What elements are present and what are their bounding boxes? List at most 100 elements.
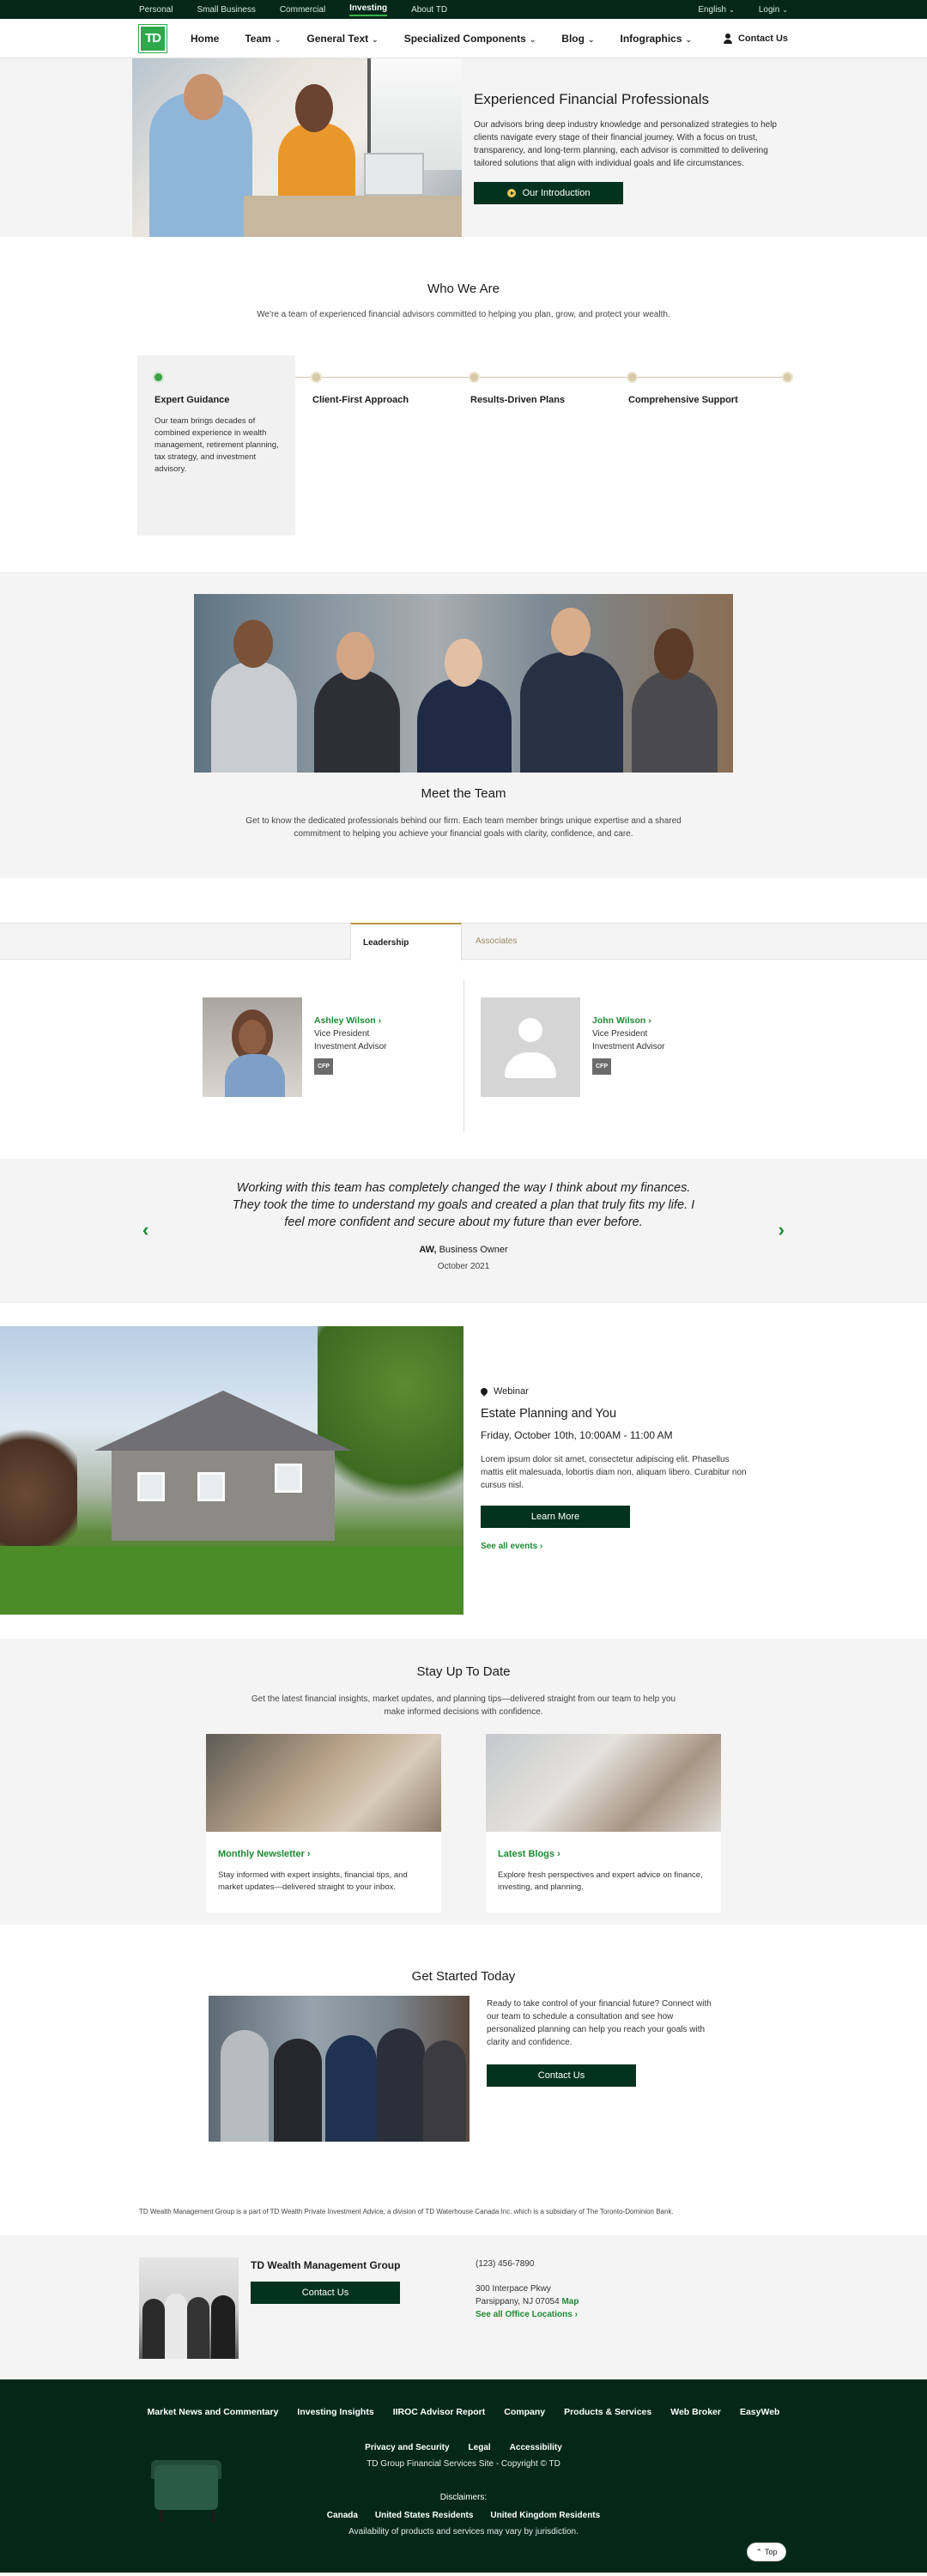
step-dot <box>312 373 320 381</box>
step-expert-guidance[interactable]: Expert Guidance Our team brings decades … <box>137 355 295 536</box>
office-figure <box>211 2295 235 2359</box>
nav-general-text[interactable]: General Text ⌄ <box>306 33 378 45</box>
member-info: John Wilson › Vice President Investment … <box>592 997 664 1097</box>
chevron-down-icon: ⌄ <box>685 34 693 44</box>
chevron-down-icon: ⌄ <box>587 34 595 44</box>
person-icon <box>723 33 733 44</box>
our-introduction-button[interactable]: Our Introduction <box>474 182 623 204</box>
footer-secondary-links: Privacy and Security Legal Accessibility <box>0 2443 927 2452</box>
card-body: Explore fresh perspectives and expert ad… <box>498 1870 703 1892</box>
tab-leadership[interactable]: Leadership <box>350 923 462 961</box>
region-links: Canada United States Residents United Ki… <box>0 2511 927 2520</box>
office-team-image <box>139 2258 239 2359</box>
office-mid: TD Wealth Management Group Contact Us <box>251 2258 476 2379</box>
chevron-right-icon: › <box>557 1849 560 1859</box>
chevron-right-icon: › <box>648 1015 651 1026</box>
office-details: (123) 456-7890 300 Interpace Pkwy Parsip… <box>476 2258 579 2379</box>
accessibility-link[interactable]: Accessibility <box>510 2443 562 2452</box>
nav-blog[interactable]: Blog ⌄ <box>561 33 594 45</box>
disclaimers-label: Disclaimers: <box>439 2493 488 2502</box>
nav-home[interactable]: Home <box>191 33 219 45</box>
back-to-top-button[interactable]: ⌃ Top <box>747 2543 786 2561</box>
footer-link[interactable]: Company <box>504 2407 545 2417</box>
footer-link[interactable]: Investing Insights <box>297 2407 373 2417</box>
office-phone[interactable]: (123) 456-7890 <box>476 2258 579 2270</box>
main-nav: TD Home Team ⌄ General Text ⌄ Specialized … <box>0 19 927 58</box>
group-figure <box>274 2039 322 2142</box>
event-title: Estate Planning and You <box>481 1407 617 1421</box>
segment-investing[interactable]: Investing <box>349 3 388 16</box>
chevron-right-icon: › <box>306 1849 311 1859</box>
segment-personal[interactable]: Personal <box>139 5 173 15</box>
footer-link[interactable]: Market News and Commentary <box>148 2407 279 2417</box>
nav-infographics[interactable]: Infographics ⌄ <box>621 33 693 45</box>
member-title: Vice President <box>592 1029 648 1039</box>
team-member-head <box>336 632 374 680</box>
footer-link[interactable]: IIROC Advisor Report <box>393 2407 486 2417</box>
play-icon <box>506 189 516 197</box>
region-uk[interactable]: United Kingdom Residents <box>490 2511 600 2520</box>
member-name-link[interactable]: Ashley Wilson › <box>314 1015 381 1026</box>
cfp-badge: CFP <box>314 1058 333 1075</box>
chevron-right-icon: › <box>378 1015 382 1026</box>
legal-link[interactable]: Legal <box>469 2443 491 2452</box>
team-member-figure <box>211 661 297 773</box>
member-card: John Wilson › Vice President Investment … <box>481 997 664 1097</box>
nav-specialized-label: Specialized Components <box>403 32 526 45</box>
author-initials: AW, <box>419 1245 437 1255</box>
footer-link[interactable]: Products & Services <box>564 2407 651 2417</box>
segment-small-business[interactable]: Small Business <box>197 5 255 15</box>
card-title-link[interactable]: Monthly Newsletter › <box>218 1849 441 1859</box>
learn-more-button[interactable]: Learn More <box>481 1506 630 1528</box>
card-title-link[interactable]: Latest Blogs › <box>498 1849 721 1859</box>
contact-us-link[interactable]: Contact Us <box>723 33 788 44</box>
map-link[interactable]: Map <box>561 2297 579 2306</box>
copyright-line: TD Group Financial Services Site - Copyr… <box>367 2459 560 2469</box>
nav-specialized-components[interactable]: Specialized Components ⌄ <box>404 33 536 45</box>
legal-line: TD Wealth Management Group is a part of … <box>139 2208 674 2215</box>
team-members: Ashley Wilson › Vice President Investmen… <box>0 960 927 1159</box>
house-window <box>137 1472 165 1501</box>
hero-body: Our advisors bring deep industry knowled… <box>474 120 777 168</box>
office-contact-button[interactable]: Contact Us <box>251 2282 400 2304</box>
member-title: Vice President <box>314 1029 370 1039</box>
td-logo[interactable]: TD <box>138 23 167 53</box>
chevron-right-icon[interactable]: › <box>779 1219 785 1241</box>
region-canada[interactable]: Canada <box>327 2511 358 2520</box>
footer-primary-links: Market News and Commentary Investing Ins… <box>0 2407 927 2417</box>
house-lawn <box>0 1546 464 1615</box>
member-photo-placeholder <box>481 997 580 1097</box>
login-menu[interactable]: Login ⌄ <box>759 5 788 15</box>
office-address2: Parsippany, NJ 07054 <box>476 2297 560 2306</box>
step-client-first[interactable]: Client-First Approach <box>295 355 453 405</box>
step-comprehensive-support[interactable]: Comprehensive Support <box>611 355 769 405</box>
region-us[interactable]: United States Residents <box>375 2511 473 2520</box>
footer-link[interactable]: EasyWeb <box>740 2407 780 2417</box>
stay-subtitle: Get the latest financial insights, marke… <box>251 1694 676 1717</box>
nav-team[interactable]: Team ⌄ <box>245 33 281 45</box>
tab-associates[interactable]: Associates <box>464 923 575 960</box>
footer-link[interactable]: Web Broker <box>670 2407 721 2417</box>
segment-commercial[interactable]: Commercial <box>280 5 325 15</box>
member-face <box>239 1020 266 1054</box>
chevron-down-icon: ⌄ <box>782 5 788 14</box>
segment-about-td[interactable]: About TD <box>411 5 447 15</box>
privacy-link[interactable]: Privacy and Security <box>365 2443 449 2452</box>
contact-us-button[interactable]: Contact Us <box>487 2064 636 2087</box>
language-select[interactable]: English ⌄ <box>698 5 735 15</box>
member-name-link[interactable]: John Wilson › <box>592 1015 651 1026</box>
chevron-left-icon[interactable]: ‹ <box>142 1219 148 1241</box>
nav-team-label: Team <box>245 32 271 45</box>
see-all-events-link[interactable]: See all events › <box>481 1542 747 1551</box>
step-results-driven[interactable]: Results-Driven Plans <box>453 355 611 405</box>
member-name: John Wilson <box>592 1015 646 1026</box>
house-roof <box>94 1391 352 1451</box>
nav-infographics-label: Infographics <box>620 32 682 45</box>
office-locations-link[interactable]: See all Office Locations › <box>476 2310 578 2319</box>
group-figure <box>325 2035 377 2142</box>
chevron-down-icon: ⌄ <box>274 34 282 44</box>
chair-leg <box>160 2510 163 2522</box>
group-figure <box>221 2030 269 2142</box>
blogs-card: Latest Blogs › Explore fresh perspective… <box>486 1734 721 1912</box>
hero-advisor-head <box>184 74 223 120</box>
